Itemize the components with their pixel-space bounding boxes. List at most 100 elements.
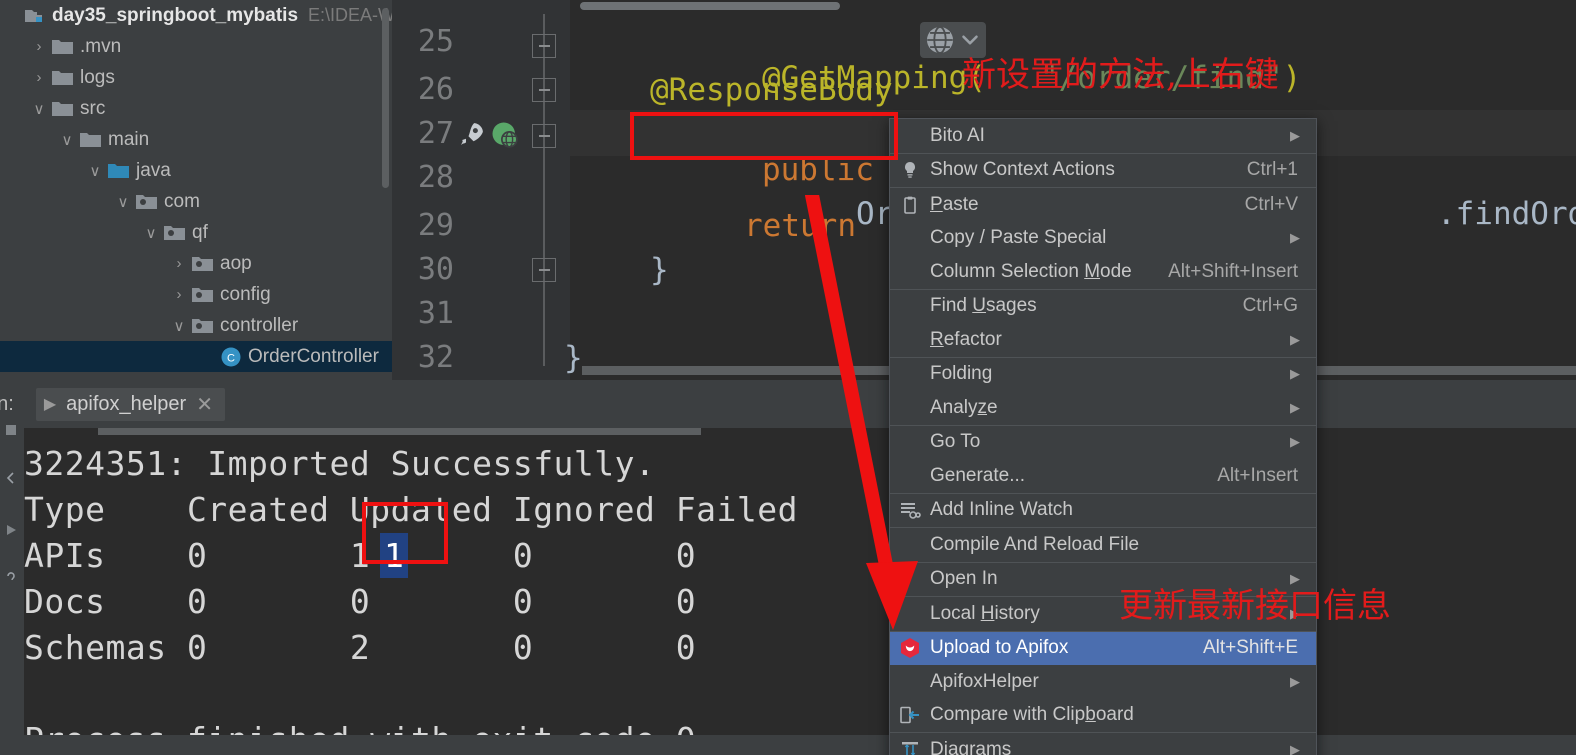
fold-marker[interactable]: [532, 124, 556, 148]
stop-icon[interactable]: [3, 422, 19, 438]
annotation-box-method-signature: [630, 112, 898, 160]
chevron-icon[interactable]: ∨: [168, 317, 190, 335]
sidebar-item-label: aop: [220, 252, 252, 274]
chevron-icon[interactable]: ∨: [112, 193, 134, 211]
annotation-note-top: 新设置的方法,上右键: [962, 55, 1279, 95]
code-line-30[interactable]: }: [650, 252, 669, 288]
ide-window: ∨day35_springboot_mybatisE:\IDEA-W›.mvn›…: [0, 0, 1576, 755]
menu-item-diagrams[interactable]: Diagrams ▶: [890, 733, 1316, 755]
folder-icon: [78, 131, 104, 149]
menu-item-label: Show Context Actions: [930, 159, 1115, 181]
sidebar-item-com[interactable]: ∨ com: [0, 186, 392, 217]
rerun-icon[interactable]: [3, 522, 19, 538]
sidebar-item-label: src: [80, 97, 106, 119]
chevron-icon[interactable]: ∨: [140, 224, 162, 242]
project-tree-scrollbar[interactable]: [382, 8, 389, 188]
run-tab-label: apifox_helper: [66, 392, 187, 415]
menu-item-show-context-actions[interactable]: Show Context Actions Ctrl+1: [890, 154, 1316, 188]
menu-item-go-to[interactable]: Go To ▶: [890, 426, 1316, 460]
fold-marker[interactable]: [532, 78, 556, 102]
code-line-32[interactable]: }: [564, 340, 583, 376]
sidebar-item-config[interactable]: › config: [0, 279, 392, 310]
submenu-arrow-icon: ▶: [1290, 741, 1300, 755]
project-tool-window[interactable]: ∨day35_springboot_mybatisE:\IDEA-W›.mvn›…: [0, 0, 392, 380]
help-icon[interactable]: [3, 570, 19, 586]
close-icon[interactable]: ✕: [196, 392, 213, 417]
rocket-icon[interactable]: [456, 120, 486, 155]
menu-item-label: Upload to Apifox: [930, 637, 1069, 659]
menu-item-shortcut: Alt+Shift+Insert: [1168, 260, 1298, 282]
run-tool-window[interactable]: un: ▶ apifox_helper ✕ 3224351: Impo: [0, 380, 1576, 755]
menu-item-label: Bito AI: [930, 124, 985, 146]
run-tab-apifox-helper[interactable]: ▶ apifox_helper ✕: [35, 387, 225, 421]
project-tree-root[interactable]: ∨day35_springboot_mybatisE:\IDEA-W: [0, 0, 392, 31]
sidebar-item-ordercontroller[interactable]: ›COrderController: [0, 341, 392, 372]
sidebar-item-logs[interactable]: › logs: [0, 62, 392, 93]
run-side-toolbar[interactable]: [0, 422, 22, 755]
fold-marker[interactable]: [532, 34, 556, 58]
menu-item-copy-paste-special[interactable]: Copy / Paste Special ▶: [890, 222, 1316, 256]
chevron-icon[interactable]: ∨: [84, 162, 106, 180]
line-number: 32: [417, 340, 454, 375]
sidebar-item-qf[interactable]: ∨ qf: [0, 217, 392, 248]
web-globe-icon[interactable]: [490, 120, 520, 155]
menu-item-upload-to-apifox[interactable]: Upload to Apifox Alt+Shift+E: [890, 631, 1316, 665]
diagrams-icon: [890, 740, 930, 755]
menu-item-label: Generate...: [930, 464, 1026, 486]
sidebar-item-java[interactable]: ∨ java: [0, 155, 392, 186]
sidebar-item-main[interactable]: ∨ main: [0, 124, 392, 155]
sidebar-item-label: logs: [80, 66, 115, 88]
menu-item-paste[interactable]: Paste Ctrl+V: [890, 188, 1316, 222]
menu-item-shortcut: Ctrl+V: [1244, 193, 1298, 215]
apifox-icon: [890, 637, 930, 659]
sidebar-item-aop[interactable]: › aop: [0, 248, 392, 279]
menu-item-add-inline-watch[interactable]: Add Inline Watch: [890, 494, 1316, 528]
chevron-icon[interactable]: ›: [28, 38, 50, 55]
fold-guideline: [543, 14, 545, 366]
console-line: Process finished with exit code 0: [24, 720, 696, 735]
menu-item-apifoxhelper[interactable]: ApifoxHelper ▶: [890, 665, 1316, 699]
line-number: 31: [417, 296, 454, 331]
project-tree-list[interactable]: ∨day35_springboot_mybatisE:\IDEA-W›.mvn›…: [0, 0, 392, 372]
code-token-paren: ): [1282, 60, 1302, 96]
sidebar-item-controller[interactable]: ∨ controller: [0, 310, 392, 341]
menu-item-generate[interactable]: Generate... Alt+Insert: [890, 459, 1316, 493]
inline-watch-icon: [890, 500, 930, 520]
menu-item-bito-ai[interactable]: Bito AI ▶: [890, 119, 1316, 153]
console-scrollbar[interactable]: [98, 428, 701, 435]
menu-item-label: Compile And Reload File: [930, 533, 1140, 555]
menu-item-refactor[interactable]: Refactor ▶: [890, 323, 1316, 357]
menu-item-compare-with-clipboard[interactable]: Compare with Clipboard: [890, 699, 1316, 733]
chevron-icon[interactable]: ›: [168, 255, 190, 272]
collapse-all-icon[interactable]: [3, 470, 19, 486]
code-line-26[interactable]: @ResponseBody: [650, 72, 893, 108]
editor-horizontal-scrollbar[interactable]: [580, 2, 840, 10]
chevron-icon[interactable]: ›: [168, 286, 190, 303]
menu-item-label: Go To: [930, 431, 981, 453]
chevron-icon[interactable]: ∨: [56, 131, 78, 149]
menu-item-shortcut: Alt+Shift+E: [1202, 637, 1298, 659]
menu-item-compile-and-reload-file[interactable]: Compile And Reload File: [890, 528, 1316, 562]
menu-item-folding[interactable]: Folding ▶: [890, 358, 1316, 392]
code-line-28-call[interactable]: .findOrderW: [1325, 160, 1576, 268]
clipboard-icon: [890, 195, 930, 215]
menu-item-analyze[interactable]: Analyze ▶: [890, 391, 1316, 425]
menu-item-label: Diagrams: [930, 738, 1012, 755]
line-number: 30: [417, 252, 454, 287]
menu-item-label: Refactor: [930, 328, 1002, 350]
chevron-icon[interactable]: ›: [28, 69, 50, 86]
menu-item-column-selection-mode[interactable]: Column Selection Mode Alt+Shift+Insert: [890, 255, 1316, 289]
menu-item-find-usages[interactable]: Find Usages Ctrl+G: [890, 290, 1316, 324]
project-root-path: E:\IDEA-W: [308, 5, 392, 25]
chevron-icon[interactable]: ∨: [28, 100, 50, 118]
code-line-29[interactable]: return: [744, 208, 856, 244]
editor-gutter[interactable]: 25 26 27 28 29 30 31 32: [392, 0, 570, 380]
sidebar-item--mvn[interactable]: › .mvn: [0, 31, 392, 62]
fold-marker[interactable]: [532, 258, 556, 282]
sidebar-item-src[interactable]: ∨ src: [0, 93, 392, 124]
lightbulb-icon: [890, 160, 930, 180]
folder-icon: [50, 38, 76, 56]
sidebar-item-label: com: [164, 190, 200, 212]
editor-context-menu[interactable]: Bito AI ▶ Show Context Actions Ctrl+1 Paste C…: [889, 118, 1317, 755]
annotation-note-bottom: 更新最新接口信息: [1119, 586, 1391, 626]
